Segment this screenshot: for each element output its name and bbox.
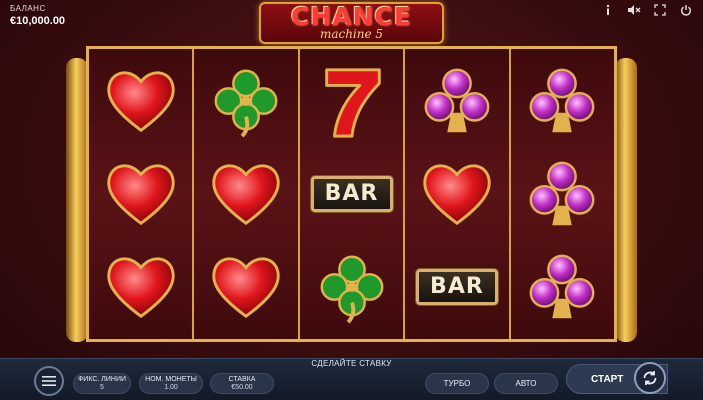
spin-icon	[643, 371, 657, 385]
power-icon[interactable]	[675, 2, 697, 18]
heart-symbol	[100, 246, 182, 328]
club-symbol	[416, 60, 498, 142]
top-toolbar	[597, 2, 697, 18]
info-icon[interactable]	[597, 2, 619, 18]
stake-label: СТАВКА	[228, 375, 256, 383]
coin-value-label: НОМ. МОНЕТЫ	[145, 375, 197, 383]
start-label: СТАРТ	[591, 373, 624, 385]
fixed-lines-value: 5	[100, 383, 104, 391]
turbo-button[interactable]: ТУРБО	[425, 373, 489, 394]
heart-symbol	[416, 153, 498, 235]
sound-muted-icon[interactable]	[623, 2, 645, 18]
reels-area: BAR BAR	[86, 46, 617, 342]
club-symbol	[521, 60, 603, 142]
club-symbol	[521, 246, 603, 328]
spin-button[interactable]	[634, 362, 666, 394]
balance-label: БАЛАНС	[10, 4, 46, 13]
hamburger-icon	[42, 376, 56, 386]
fullscreen-icon[interactable]	[649, 2, 671, 18]
balance-value: €10,000.00	[10, 15, 66, 27]
auto-button[interactable]: АВТО	[494, 373, 558, 394]
reel-1	[89, 49, 195, 339]
auto-label: АВТО	[515, 378, 537, 388]
reel-4: BAR	[405, 49, 511, 339]
reel-frame-left	[66, 58, 88, 342]
heart-symbol	[205, 153, 287, 235]
menu-button[interactable]	[34, 366, 64, 396]
coin-value: 1.00	[164, 383, 178, 391]
turbo-label: ТУРБО	[443, 378, 471, 388]
game-logo: CHANCE machine 5	[259, 2, 444, 44]
clover-symbol	[205, 60, 287, 142]
club-symbol	[521, 153, 603, 235]
seven-symbol	[311, 60, 393, 142]
bar-symbol-label: BAR	[415, 268, 498, 305]
heart-symbol	[100, 60, 182, 142]
fixed-lines-label: ФИКС. ЛИНИИ	[77, 375, 127, 383]
reel-2	[194, 49, 300, 339]
logo-subtitle: machine 5	[319, 27, 384, 41]
balance-block: БАЛАНС €10,000.00	[10, 4, 65, 27]
bar-symbol: BAR	[415, 246, 498, 328]
stake-value: €50.00	[231, 383, 253, 391]
coin-value-selector[interactable]: НОМ. МОНЕТЫ 1.00	[139, 373, 203, 394]
bar-symbol-label: BAR	[310, 175, 393, 212]
reel-3: BAR	[299, 49, 406, 339]
clover-symbol	[311, 246, 393, 328]
bar-symbol: BAR	[310, 153, 393, 235]
stake-selector[interactable]: СТАВКА €50.00	[210, 373, 274, 394]
reel-frame-right	[615, 58, 637, 342]
heart-symbol	[205, 246, 287, 328]
fixed-lines-display: ФИКС. ЛИНИИ 5	[73, 373, 131, 394]
heart-symbol	[100, 153, 182, 235]
reel-5	[510, 49, 615, 339]
